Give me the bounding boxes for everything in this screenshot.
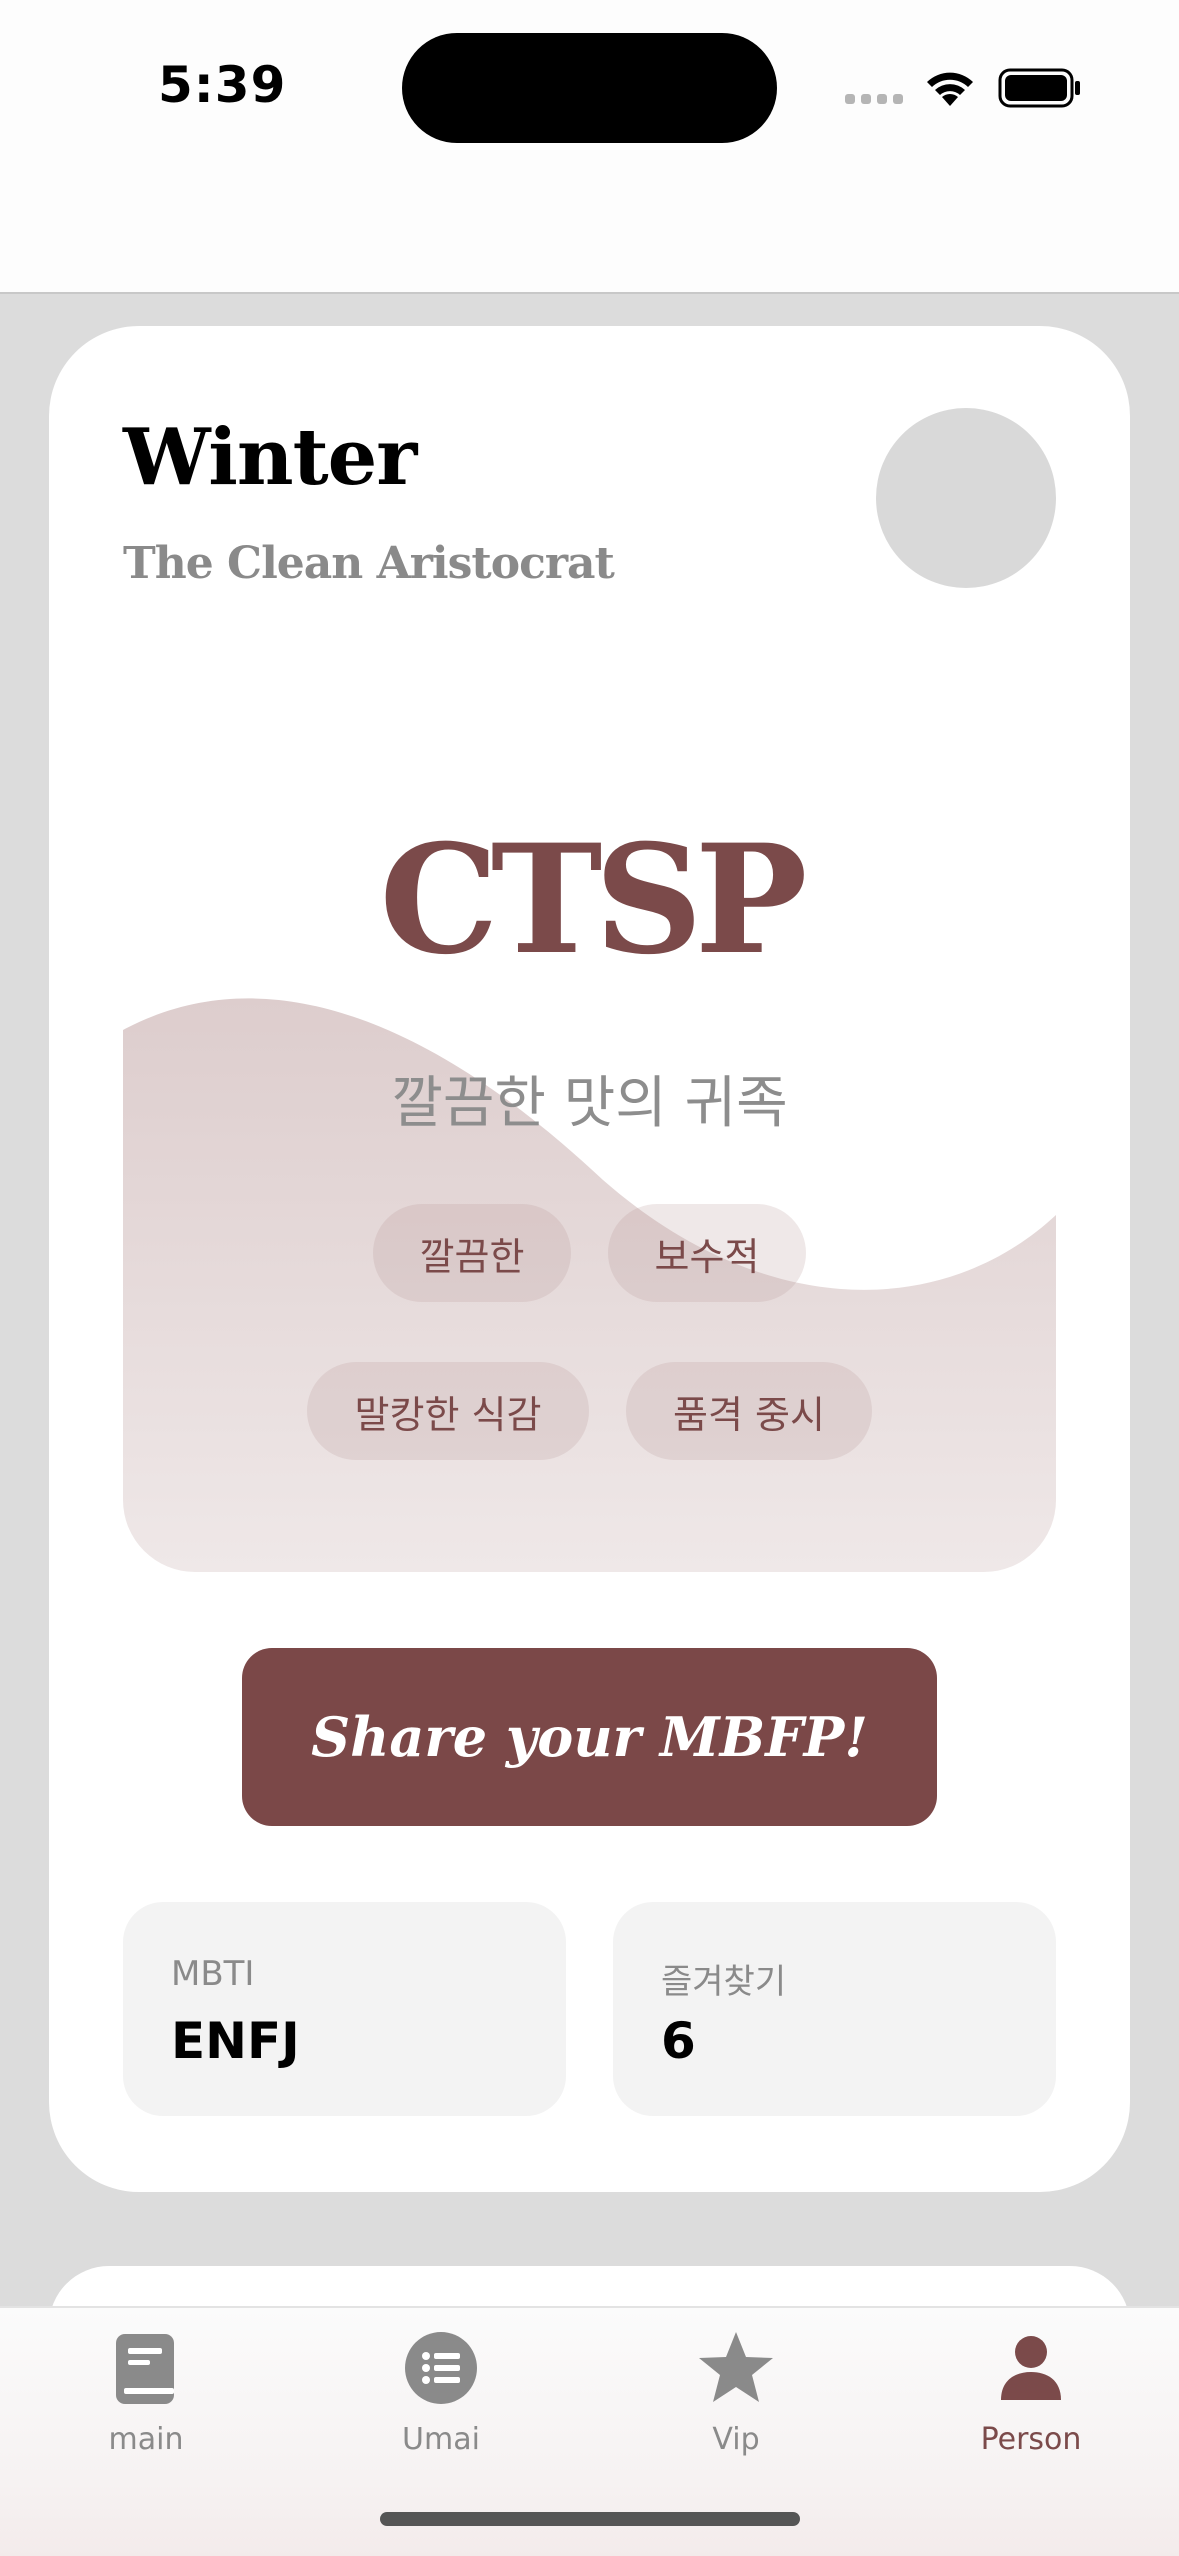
stat-label: MBTI — [171, 1954, 255, 1994]
status-time: 5:39 — [158, 56, 287, 114]
profile-name: Winter — [123, 412, 417, 503]
home-indicator[interactable] — [380, 2512, 800, 2526]
type-code: CTSP — [379, 812, 807, 988]
stat-value: 6 — [661, 2012, 696, 2070]
tab-vip[interactable]: Vip — [636, 2328, 836, 2478]
share-button[interactable]: Share your MBFP! — [242, 1648, 937, 1826]
tab-label: Person — [980, 2422, 1082, 2457]
type-korean-title: 깔끔한 맛의 귀족 — [391, 1071, 788, 1136]
tab-main[interactable]: main — [46, 2328, 246, 2478]
trait-chip: 보수적 — [608, 1204, 806, 1302]
stat-value: ENFJ — [171, 2012, 300, 2070]
tab-label: Vip — [712, 2422, 760, 2457]
dynamic-island — [402, 33, 777, 143]
person-icon — [1001, 2336, 1061, 2400]
trait-chip: 깔끔한 — [373, 1204, 571, 1302]
tab-person[interactable]: Person — [931, 2328, 1131, 2478]
profile-subtitle: The Clean Aristocrat — [123, 538, 615, 589]
trait-chip: 말캉한 식감 — [307, 1362, 589, 1460]
tab-label: main — [108, 2422, 184, 2457]
list-circle-icon — [405, 2332, 477, 2404]
tab-label: Umai — [402, 2422, 480, 2457]
star-icon — [699, 2332, 773, 2402]
stat-card-favorites[interactable]: 즐겨찾기 6 — [613, 1902, 1056, 2116]
cellular-signal-icon — [845, 94, 903, 104]
stat-card-mbti: MBTI ENFJ — [123, 1902, 566, 2116]
battery-icon — [998, 68, 1080, 108]
avatar[interactable] — [876, 408, 1056, 588]
book-icon — [116, 2334, 174, 2404]
tab-umai[interactable]: Umai — [341, 2328, 541, 2478]
top-bar: 5:39 — [0, 0, 1179, 294]
stat-label: 즐겨찾기 — [661, 1962, 787, 2002]
wifi-icon — [927, 72, 973, 106]
trait-chip: 품격 중시 — [626, 1362, 872, 1460]
